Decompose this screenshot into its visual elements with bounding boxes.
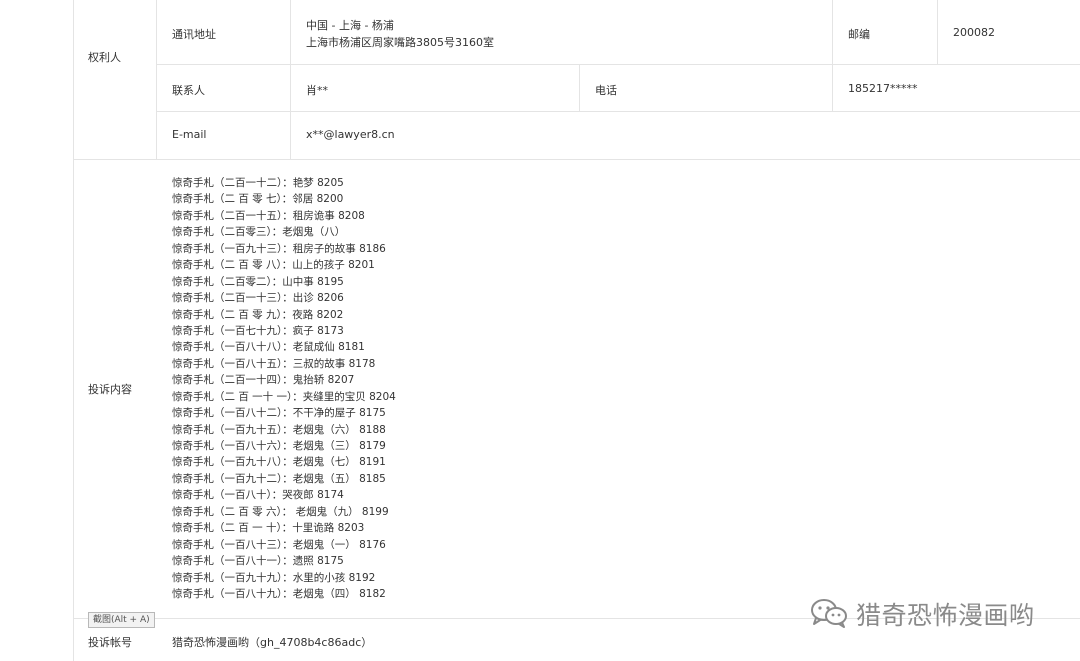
table-phone-divider [579, 64, 580, 112]
phone-label: 电话 [595, 84, 617, 97]
postcode-label: 邮编 [848, 28, 870, 41]
row-divider-owner [73, 159, 1080, 160]
email-value: x**@lawyer8.cn [306, 128, 395, 141]
account-label: 投诉帐号 [88, 636, 132, 649]
complaint-item: 惊奇手札（二百一十二）：艳梦 8205 [172, 177, 344, 189]
postcode-value: 200082 [953, 26, 995, 39]
complaint-item: 惊奇手札（二 百 一十 一）：夹缝里的宝贝 8204 [172, 390, 396, 403]
table-postcode-value-divider [937, 0, 938, 64]
complaint-item: 惊奇手札（一百八十一）：遗照 8175 [172, 555, 344, 568]
account-value: 猎奇恐怖漫画哟（gh_4708b4c86adc） [172, 636, 373, 649]
row-divider-contact [156, 111, 1080, 112]
complaint-item: 惊奇手札（一百九十九）：水里的小孩 8192 [172, 571, 376, 584]
complaint-item: 惊奇手札（一百八十九）：老烟鬼（四） 8182 [172, 587, 386, 600]
complaint-item: 惊奇手札（二百一十三）：出诊 8206 [172, 292, 344, 305]
complaint-item: 惊奇手札（一百八十六）：老烟鬼（三） 8179 [172, 440, 386, 452]
complaint-item: 惊奇手札（一百八十三）：老烟鬼（一） 8176 [172, 538, 386, 551]
complaint-item: 惊奇手札（一百九十二）：老烟鬼（五） 8185 [172, 472, 386, 485]
complaint-item: 惊奇手札（一百九十八）：老烟鬼（七） 8191 [172, 456, 386, 469]
complaint-item: 惊奇手札（二百一十五）：租房诡事 8208 [172, 209, 365, 222]
owner-section-label: 权利人 [88, 51, 121, 64]
watermark-text: 猎奇恐怖漫画哟 [856, 601, 1035, 630]
contact-label: 联系人 [172, 84, 205, 97]
complaint-item: 惊奇手札（一百八十二）：不干净的屋子 8175 [172, 407, 386, 420]
address-street: 上海市杨浦区周家嘴路3805号3160室 [306, 36, 494, 49]
complaint-item: 惊奇手札（二 百 零 六）： 老烟鬼（九） 8199 [172, 505, 389, 518]
complaint-item: 惊奇手札（二 百 一 十）：十里诡路 8203 [172, 522, 365, 535]
email-label: E-mail [172, 128, 207, 141]
complaint-item: 惊奇手札（一百八十八）：老鼠成仙 8181 [172, 341, 365, 354]
complaint-list: 惊奇手札（二百一十二）：艳梦 8205 惊奇手札（二 百 零 七）：邻居 820… [172, 175, 396, 602]
complaint-item: 惊奇手札（一百九十三）：租房子的故事 8186 [172, 242, 386, 255]
address-region: 中国 - 上海 - 杨浦 [306, 19, 394, 32]
complaint-item: 惊奇手札（一百八十）：哭夜郎 8174 [172, 489, 344, 502]
complaint-item: 惊奇手札（二百零二）：山中事 8195 [172, 275, 344, 288]
table-field-divider [290, 0, 291, 160]
address-label: 通讯地址 [172, 28, 216, 41]
complaint-item: 惊奇手札（二百一十四）：鬼抬轿 8207 [172, 374, 355, 387]
complaint-label: 投诉内容 [88, 383, 132, 396]
complaint-item: 惊奇手札（一百八十五）：三叔的故事 8178 [172, 357, 376, 370]
complaint-item: 惊奇手札（一百七十九）：疯子 8173 [172, 324, 344, 337]
complaint-item: 惊奇手札（二 百 零 九）：夜路 8202 [172, 308, 344, 321]
complaint-item: 惊奇手札（二 百 零 七）：邻居 8200 [172, 193, 344, 206]
complaint-item: 惊奇手札（一百九十五）：老烟鬼（六） 8188 [172, 423, 386, 436]
wechat-icon [810, 598, 848, 631]
phone-value: 185217***** [848, 82, 918, 95]
complaint-item: 惊奇手札（二百零三）：老烟鬼（八） [172, 226, 346, 239]
screenshot-tooltip: 截图(Alt + A) [88, 612, 155, 628]
contact-value: 肖** [306, 84, 328, 97]
complaint-item: 惊奇手札（二 百 零 八）：山上的孩子 8201 [172, 259, 375, 272]
table-postcode-divider [832, 0, 833, 112]
table-label-divider [156, 0, 157, 160]
watermark: 猎奇恐怖漫画哟 [810, 596, 1035, 632]
row-divider-address [156, 64, 1080, 65]
table-left-border [73, 0, 74, 661]
